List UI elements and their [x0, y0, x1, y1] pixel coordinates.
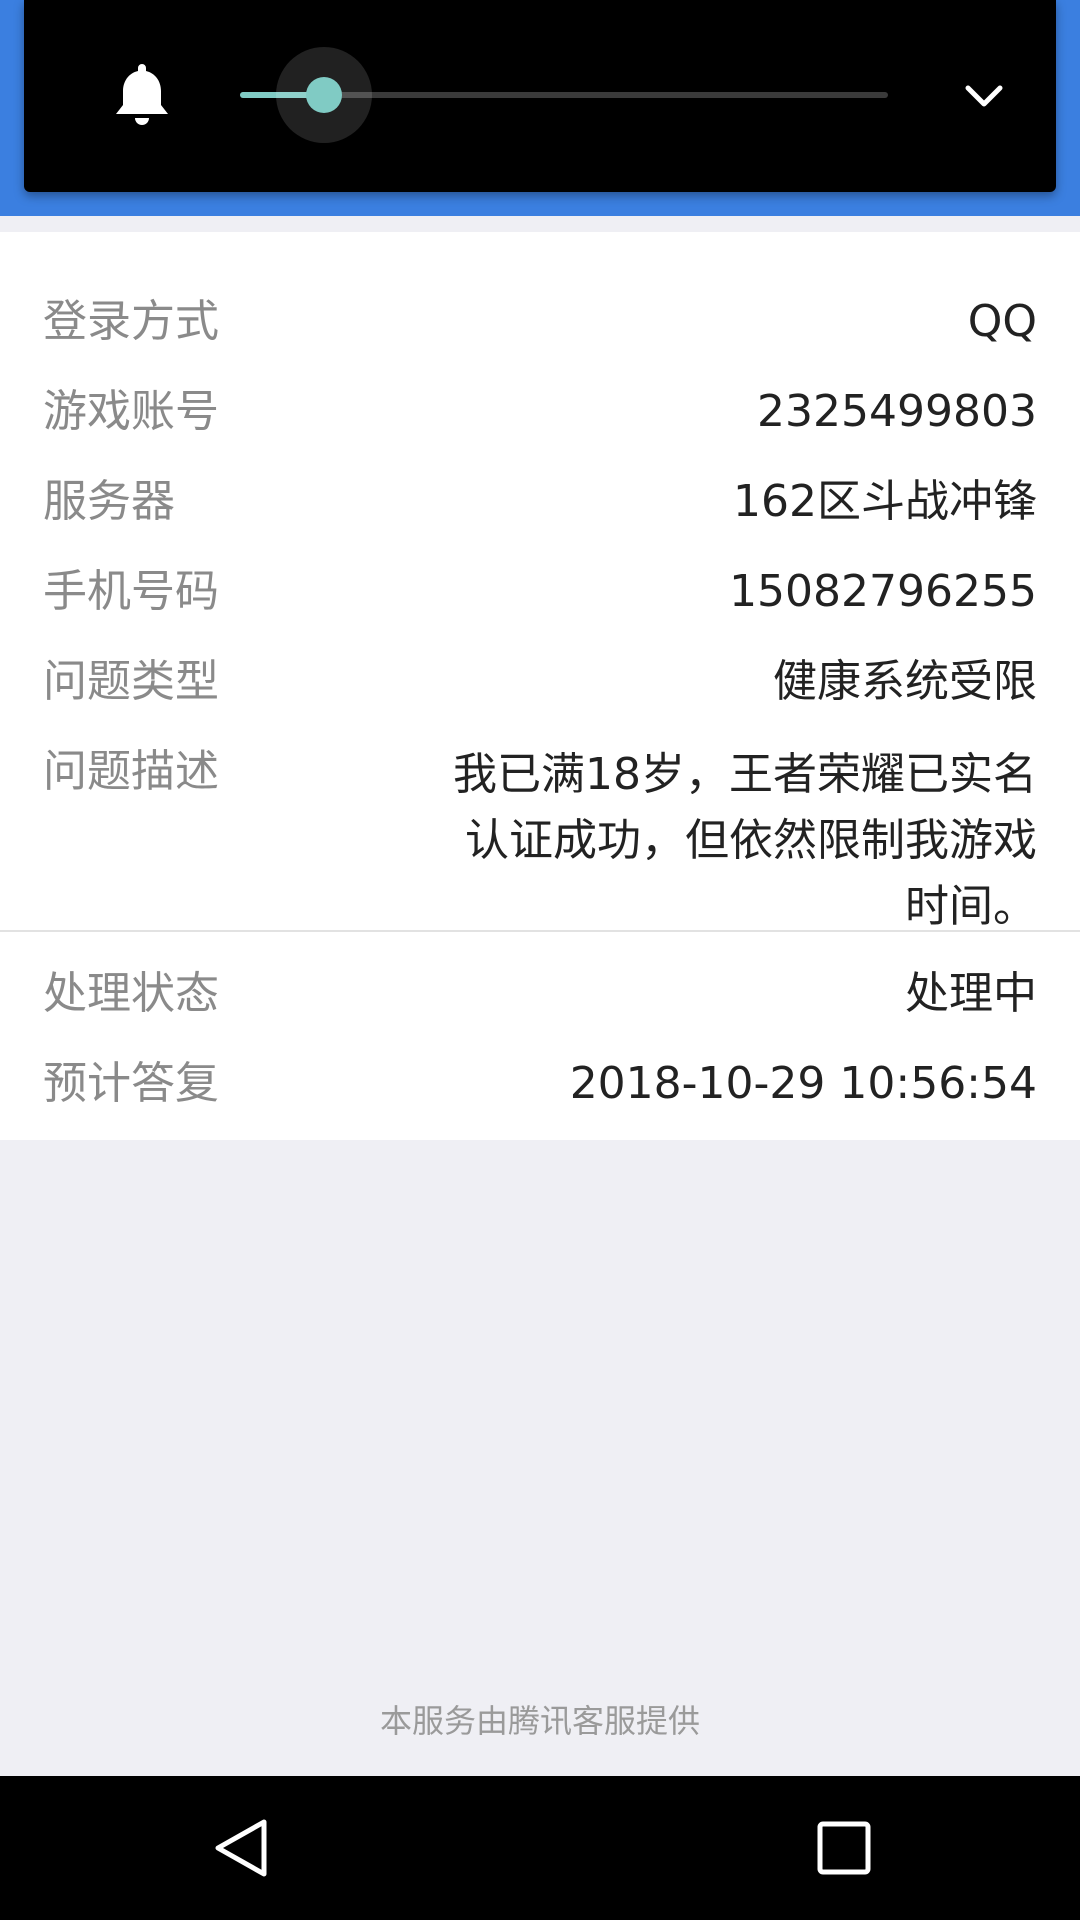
row-value: 15082796255 — [729, 566, 1037, 617]
back-triangle-icon[interactable] — [210, 1816, 274, 1880]
row-value: 健康系统受限 — [773, 656, 1037, 707]
row-value: QQ — [967, 296, 1037, 347]
system-nav-bar — [0, 1776, 1080, 1920]
volume-slider-thumb[interactable] — [306, 77, 342, 113]
row-label: 游戏账号 — [43, 386, 219, 437]
row-value: 2325499803 — [757, 386, 1037, 437]
ticket-status-card: 处理状态 处理中 预计答复 2018-10-29 10:56:54 — [0, 932, 1080, 1140]
status-badge: 处理中 — [905, 968, 1037, 1019]
row-value: 我已满18岁，王者荣耀已实名认证成功，但依然限制我游戏时间。 — [453, 749, 1037, 932]
bell-icon[interactable] — [114, 62, 170, 128]
row-label: 服务器 — [43, 476, 175, 527]
ticket-details-card: 登录方式 QQ 游戏账号 2325499803 服务器 162区斗战冲锋 手机号… — [0, 232, 1080, 932]
row-label: 预计答复 — [43, 1058, 219, 1109]
chevron-down-icon[interactable] — [954, 76, 1014, 116]
volume-slider[interactable] — [240, 47, 888, 143]
row-label: 问题描述 — [43, 746, 219, 797]
row-value: 2018-10-29 10:56:54 — [569, 1058, 1037, 1109]
volume-panel — [24, 0, 1056, 192]
row-label: 登录方式 — [43, 296, 219, 347]
footer-text: 本服务由腾讯客服提供 — [379, 1702, 700, 1740]
row-label: 手机号码 — [43, 566, 219, 617]
row-value: 162区斗战冲锋 — [733, 476, 1037, 527]
row-label: 处理状态 — [43, 968, 219, 1019]
recents-square-icon[interactable] — [812, 1816, 876, 1880]
row-label: 问题类型 — [43, 656, 219, 707]
